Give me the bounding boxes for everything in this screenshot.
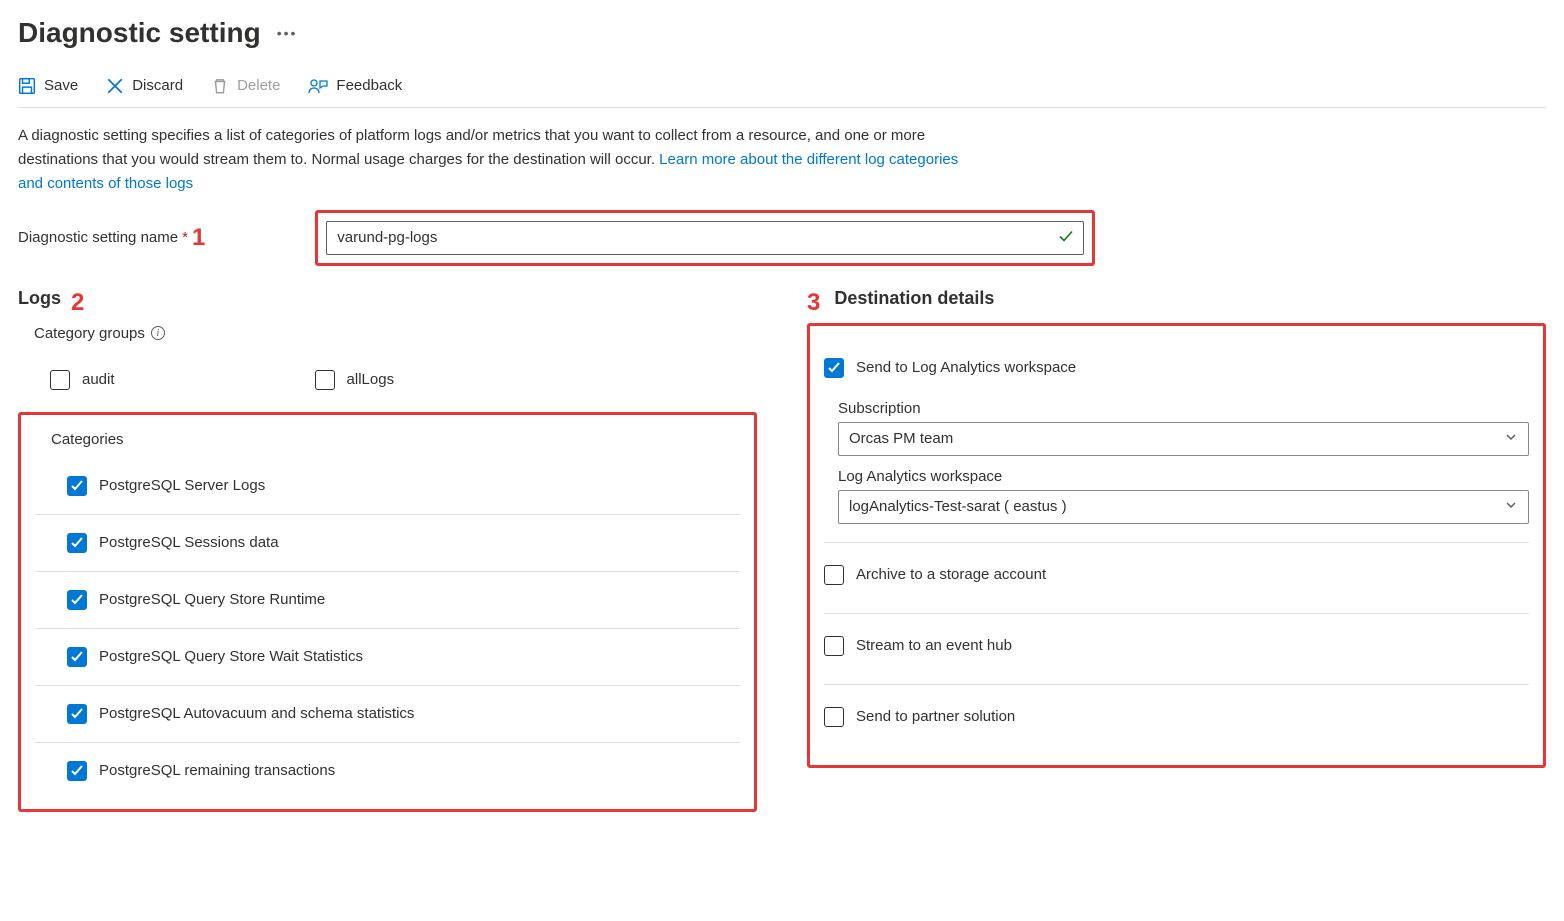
category-item[interactable]: PostgreSQL remaining transactions (35, 743, 740, 799)
annotation-1: 1 (192, 224, 205, 252)
delete-button: Delete (211, 77, 280, 95)
required-asterisk: * (182, 229, 188, 246)
categories-highlight-box: Categories PostgreSQL Server Logs Postgr… (18, 412, 757, 812)
category-groups: audit allLogs (18, 352, 757, 412)
category-item[interactable]: PostgreSQL Sessions data (35, 515, 740, 572)
dest-log-analytics: Send to Log Analytics workspace Subscrip… (824, 336, 1529, 543)
send-partner-option[interactable]: Send to partner solution (824, 697, 1529, 737)
checkbox-unchecked[interactable] (824, 565, 844, 585)
archive-storage-option[interactable]: Archive to a storage account (824, 555, 1529, 595)
checkbox-checked[interactable] (824, 358, 844, 378)
annotation-3: 3 (807, 289, 820, 317)
toolbar: Save Discard Delete Feedback (18, 77, 1546, 108)
workspace-select[interactable]: logAnalytics-Test-sarat ( eastus ) (838, 490, 1529, 524)
workspace-label: Log Analytics workspace (838, 468, 1529, 485)
group-audit[interactable]: audit (50, 360, 115, 400)
categories-list: PostgreSQL Server Logs PostgreSQL Sessio… (35, 458, 740, 799)
destination-column: 3 Destination details Send to Log Analyt… (807, 288, 1546, 768)
checkbox-unchecked[interactable] (50, 370, 70, 390)
more-icon[interactable]: ••• (277, 25, 298, 41)
info-icon[interactable]: i (151, 326, 165, 340)
description-text: A diagnostic setting specifies a list of… (18, 124, 978, 196)
dest-partner: Send to partner solution (824, 685, 1529, 755)
validation-check-icon (1058, 228, 1074, 247)
annotation-2: 2 (71, 289, 84, 317)
chevron-down-icon (1504, 498, 1518, 516)
feedback-button[interactable]: Feedback (308, 77, 402, 95)
send-to-law-option[interactable]: Send to Log Analytics workspace (824, 348, 1529, 388)
name-label: Diagnostic setting name * 1 (18, 224, 205, 252)
feedback-label: Feedback (336, 77, 402, 94)
checkbox-checked[interactable] (67, 533, 87, 553)
destination-title: Destination details (834, 288, 994, 309)
destination-highlight-box: Send to Log Analytics workspace Subscrip… (807, 323, 1546, 768)
checkbox-checked[interactable] (67, 761, 87, 781)
person-icon (308, 77, 328, 95)
checkbox-unchecked[interactable] (824, 636, 844, 656)
save-button[interactable]: Save (18, 77, 78, 95)
group-alllogs[interactable]: allLogs (315, 360, 395, 400)
checkbox-unchecked[interactable] (824, 707, 844, 727)
category-item[interactable]: PostgreSQL Server Logs (35, 458, 740, 515)
checkbox-unchecked[interactable] (315, 370, 335, 390)
subscription-select[interactable]: Orcas PM team (838, 422, 1529, 456)
checkbox-checked[interactable] (67, 704, 87, 724)
checkbox-checked[interactable] (67, 590, 87, 610)
category-item[interactable]: PostgreSQL Query Store Wait Statistics (35, 629, 740, 686)
checkbox-checked[interactable] (67, 647, 87, 667)
save-icon (18, 77, 36, 95)
main-columns: Logs 2 Category groups i audit allLogs C… (18, 288, 1546, 812)
stream-eventhub-option[interactable]: Stream to an event hub (824, 626, 1529, 666)
name-input-highlight (315, 210, 1095, 266)
dest-storage: Archive to a storage account (824, 543, 1529, 614)
trash-icon (211, 77, 229, 95)
logs-column: Logs 2 Category groups i audit allLogs C… (18, 288, 757, 812)
category-groups-label: Category groups i (18, 325, 757, 342)
category-item[interactable]: PostgreSQL Query Store Runtime (35, 572, 740, 629)
checkbox-checked[interactable] (67, 476, 87, 496)
page-title: Diagnostic setting (18, 18, 261, 49)
discard-label: Discard (132, 77, 183, 94)
name-row: Diagnostic setting name * 1 (18, 210, 1546, 266)
save-label: Save (44, 77, 78, 94)
dest-eventhub: Stream to an event hub (824, 614, 1529, 685)
delete-label: Delete (237, 77, 280, 94)
category-item[interactable]: PostgreSQL Autovacuum and schema statist… (35, 686, 740, 743)
subscription-label: Subscription (838, 400, 1529, 417)
chevron-down-icon (1504, 430, 1518, 448)
logs-title: Logs (18, 288, 61, 309)
page-header: Diagnostic setting ••• (18, 18, 1546, 49)
diagnostic-name-input[interactable] (326, 221, 1084, 255)
discard-button[interactable]: Discard (106, 77, 183, 95)
close-icon (106, 77, 124, 95)
categories-label: Categories (35, 431, 740, 448)
